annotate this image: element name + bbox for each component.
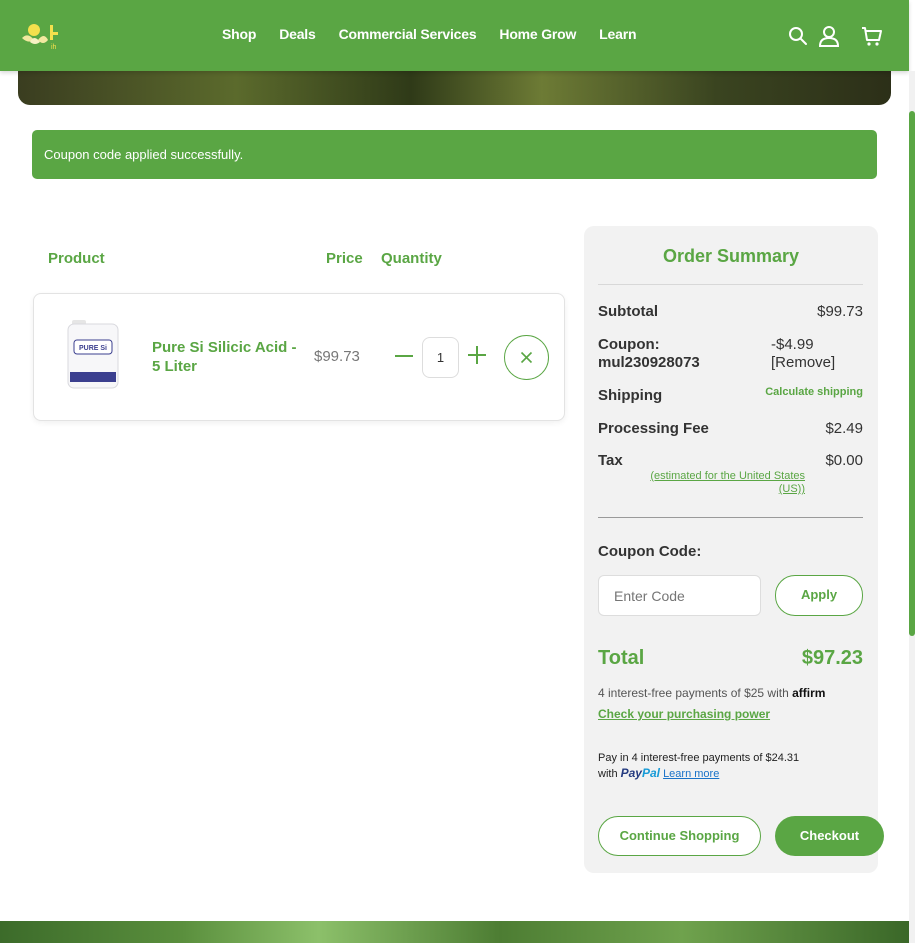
- nav-home-grow[interactable]: Home Grow: [499, 26, 576, 42]
- tax-note-line-1[interactable]: (estimated for the United States: [598, 470, 805, 483]
- cart-page: ih Shop Deals Commercial Services Home G…: [0, 0, 915, 943]
- product-image[interactable]: PURE Si: [64, 318, 122, 390]
- continue-shopping-button[interactable]: Continue Shopping: [598, 816, 761, 856]
- affirm-logo: affirm: [792, 686, 826, 700]
- subtotal-label: Subtotal: [598, 303, 658, 320]
- paypal-message-line-2: with PayPal Learn more: [598, 766, 719, 780]
- page-scrollbar[interactable]: [909, 71, 915, 943]
- apply-coupon-button[interactable]: Apply: [775, 575, 863, 616]
- paypal-with-text: with: [598, 768, 618, 780]
- coupon-remove-link[interactable]: [Remove]: [771, 354, 835, 372]
- product-price: $99.73: [314, 348, 360, 365]
- coupon-code-applied: mul230928073: [598, 354, 700, 371]
- product-image-label: PURE Si: [79, 345, 107, 352]
- main-nav: Shop Deals Commercial Services Home Grow…: [222, 26, 659, 42]
- coupon-applied-label: Coupon: mul230928073: [598, 336, 700, 372]
- user-icon[interactable]: [817, 24, 841, 48]
- increase-quantity-button[interactable]: [468, 346, 486, 364]
- tax-label: Tax: [598, 452, 623, 469]
- affirm-text: 4 interest-free payments of $25 with: [598, 686, 789, 700]
- product-name[interactable]: Pure Si Silicic Acid - 5 Liter: [152, 338, 302, 376]
- nav-commercial-services[interactable]: Commercial Services: [339, 26, 477, 42]
- checkout-button[interactable]: Checkout: [775, 816, 884, 856]
- coupon-success-alert: Coupon code applied successfully.: [32, 130, 877, 179]
- search-icon[interactable]: [786, 24, 810, 48]
- coupon-code-label: Coupon Code:: [598, 543, 702, 560]
- order-summary-title: Order Summary: [662, 246, 800, 266]
- paypal-logo-pay: Pay: [620, 766, 642, 780]
- calculate-shipping-link[interactable]: Calculate shipping: [765, 386, 863, 398]
- summary-divider: [598, 517, 863, 518]
- nav-learn[interactable]: Learn: [599, 26, 636, 42]
- site-header: ih Shop Deals Commercial Services Home G…: [0, 0, 909, 71]
- column-header-quantity: Quantity: [381, 250, 442, 267]
- scrollbar-thumb[interactable]: [909, 111, 915, 636]
- column-header-product: Product: [48, 250, 105, 267]
- alert-message: Coupon code applied successfully.: [44, 147, 244, 162]
- processing-fee-label: Processing Fee: [598, 420, 709, 437]
- cart-item: PURE Si Pure Si Silicic Acid - 5 Liter $…: [33, 293, 565, 421]
- cart-icon[interactable]: [860, 24, 884, 48]
- tax-note: (estimated for the United States (US)): [598, 470, 805, 496]
- brand-logo[interactable]: ih: [20, 22, 64, 50]
- remove-item-button[interactable]: [504, 335, 549, 380]
- nav-shop[interactable]: Shop: [222, 26, 256, 42]
- nav-deals[interactable]: Deals: [279, 26, 316, 42]
- logo-sub-text: ih: [51, 44, 57, 50]
- total-label: Total: [598, 647, 645, 669]
- paypal-logo-pal: Pal: [641, 766, 660, 780]
- affirm-purchasing-power-link[interactable]: Check your purchasing power: [598, 707, 770, 721]
- column-header-price: Price: [326, 250, 363, 267]
- tax-note-line-2[interactable]: (US)): [598, 483, 805, 496]
- paypal-logo: PayPal: [621, 766, 660, 780]
- decrease-quantity-button[interactable]: [395, 355, 413, 357]
- coupon-discount-value: -$4.99: [771, 336, 814, 353]
- coupon-code-input[interactable]: [598, 575, 761, 616]
- summary-divider: [598, 284, 863, 285]
- total-value: $97.23: [801, 647, 863, 669]
- paypal-message: Pay in 4 interest-free payments of $24.3…: [598, 752, 800, 764]
- quantity-input[interactable]: 1: [422, 337, 459, 378]
- coupon-discount: -$4.99 [Remove]: [771, 336, 835, 372]
- paypal-learn-more-link[interactable]: Learn more: [663, 768, 719, 780]
- subtotal-value: $99.73: [817, 303, 863, 320]
- shipping-label: Shipping: [598, 387, 663, 404]
- footer-banner: [0, 921, 909, 943]
- processing-fee-value: $2.49: [825, 420, 863, 437]
- order-summary: Order Summary Subtotal $99.73 Coupon: mu…: [584, 226, 884, 873]
- tax-value: $0.00: [825, 452, 863, 469]
- close-icon: [520, 351, 533, 364]
- coupon-label: Coupon:: [598, 336, 660, 353]
- affirm-message: 4 interest-free payments of $25 with aff…: [598, 686, 825, 700]
